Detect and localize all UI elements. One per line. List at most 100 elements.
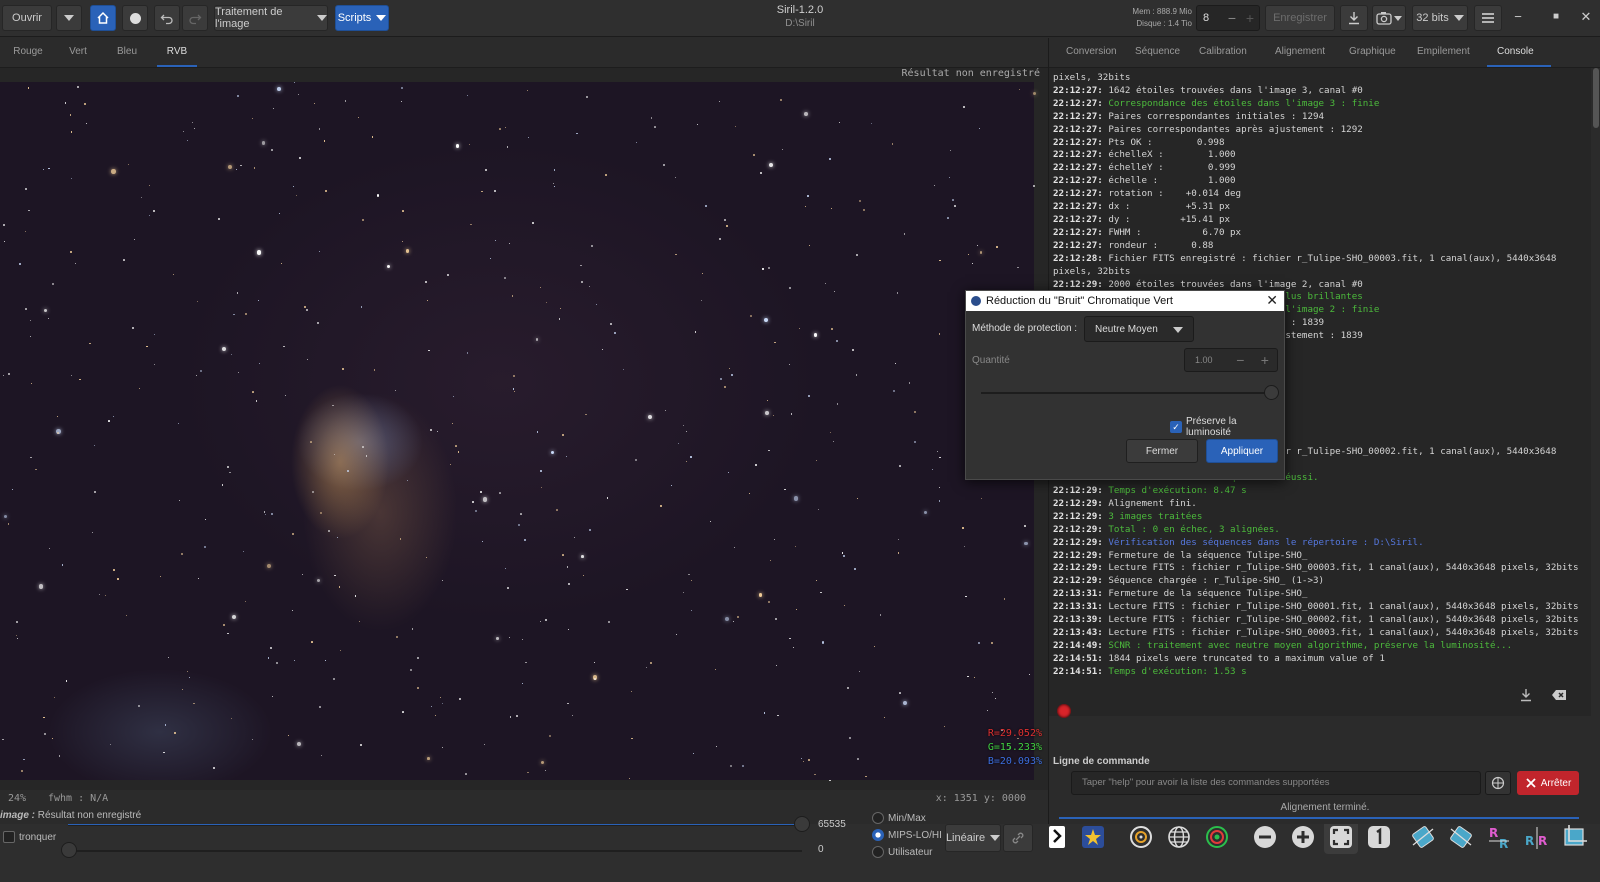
home-button[interactable] [90,5,116,31]
mirror-y-button[interactable] [1444,820,1478,854]
tab-console[interactable]: Console [1497,46,1534,57]
mirror-x-button[interactable] [1406,820,1440,854]
zoom-100-button[interactable] [1362,820,1396,854]
open-button[interactable]: Ouvrir [2,5,52,31]
star [894,362,896,364]
redo-button[interactable] [182,5,208,31]
bit-depth-menu[interactable]: 32 bits [1412,5,1468,31]
decrement-button[interactable]: − [1228,352,1252,368]
star [973,676,975,679]
crop-button[interactable] [1558,820,1592,854]
increment-button[interactable]: + [1241,10,1259,26]
link-button[interactable] [1003,824,1033,852]
star [987,709,989,711]
star [441,746,444,749]
save-log-button[interactable] [1519,688,1533,705]
false-color-button[interactable] [1076,820,1110,854]
tab-green[interactable]: Vert [62,46,94,57]
main-menu-button[interactable] [1474,5,1502,31]
undo-button[interactable] [154,5,180,31]
rotate-90-button[interactable]: RR [1520,820,1554,854]
threads-spinner[interactable]: 8 − + [1196,5,1260,31]
command-help-button[interactable] [1485,771,1511,795]
zoom-fit-button[interactable] [1324,820,1358,854]
clear-log-button[interactable] [1551,689,1567,704]
save-button[interactable]: Enregistrer [1265,5,1335,31]
photometry-button[interactable] [1200,820,1234,854]
log-timestamp: 22:12:27: [1053,188,1103,200]
tab-conversion[interactable]: Conversion [1066,46,1117,57]
header-bar: Ouvrir Traitement de l'image Scripts Sir… [0,0,1600,37]
record-button[interactable] [122,5,148,31]
dialog-close-btn[interactable]: Fermer [1126,439,1198,463]
star [775,618,778,621]
tab-plot[interactable]: Graphique [1349,46,1396,57]
radio-mips[interactable]: MIPS-LO/HI [872,829,942,841]
tab-stacking[interactable]: Empilement [1417,46,1470,57]
amount-slider-knob[interactable] [1264,385,1279,400]
star [48,167,50,170]
tab-red[interactable]: Rouge [10,46,46,57]
astrometry-button[interactable] [1162,820,1196,854]
star [245,313,247,316]
amount-spinner[interactable]: 1.00 − + [1184,348,1278,372]
star [8,373,11,376]
high-slider[interactable] [68,824,802,826]
stop-button[interactable]: Arrêter [1517,771,1579,795]
minimize-button[interactable]: − [1508,9,1528,24]
progress-bar [1059,817,1579,819]
chevron-down-icon [1394,15,1402,21]
apply-button[interactable]: Appliquer [1206,439,1278,463]
star [833,290,836,293]
scripts-label: Scripts [337,12,372,24]
truncate-checkbox[interactable]: tronquer [3,831,56,843]
increment-button[interactable]: + [1253,352,1277,368]
console-scrollbar[interactable] [1591,68,1600,716]
tab-sequence[interactable]: Séquence [1135,46,1180,57]
maximize-button[interactable]: ■ [1546,11,1566,22]
rotate-button[interactable]: RR [1482,820,1516,854]
close-window-button[interactable]: ✕ [1576,9,1596,25]
star [513,374,516,377]
star [608,620,611,623]
star [558,318,561,320]
protection-method-select[interactable]: Neutre Moyen [1084,316,1194,342]
log-timestamp: 22:12:29: [1053,549,1103,561]
star [57,432,60,434]
annotate-button[interactable] [1124,820,1158,854]
negative-view-button[interactable] [1040,820,1074,854]
star [585,96,588,99]
save-as-button[interactable] [1340,5,1368,31]
image-processing-menu[interactable]: Traitement de l'image [214,5,328,31]
low-slider-knob[interactable] [61,842,77,858]
scrollbar-thumb[interactable] [1593,68,1599,128]
high-slider-knob[interactable] [794,816,810,832]
tab-rgb[interactable]: RVB [158,46,196,57]
log-message: Fermeture de la séquence Tulipe-SHO_ [1102,588,1308,600]
radio-user[interactable]: Utilisateur [872,846,932,858]
scripts-menu[interactable]: Scripts [335,5,389,31]
star [428,349,430,352]
scale-menu[interactable]: Linéaire [945,824,1001,852]
tab-blue[interactable]: Bleu [110,46,144,57]
star [833,441,835,442]
decrement-button[interactable]: − [1223,10,1241,26]
tab-calibration[interactable]: Calibration [1199,46,1247,57]
download-icon [1349,12,1359,25]
low-slider[interactable] [68,850,802,852]
zoom-out-button[interactable] [1248,820,1282,854]
star [86,123,88,125]
dialog-close-button[interactable]: ✕ [1266,292,1278,309]
recent-files-button[interactable] [56,5,82,31]
zoom-in-button[interactable] [1286,820,1320,854]
tab-registration[interactable]: Alignement [1275,46,1325,57]
radio-minmax[interactable]: Min/Max [872,812,926,824]
preserve-luminosity-checkbox[interactable]: ✓ Préserve la luminosité [1170,416,1284,438]
image-viewer[interactable]: Résultat non enregistré R=29.052% G=15.2… [0,68,1048,790]
snapshot-button[interactable] [1372,5,1406,31]
star [402,711,404,713]
log-record-icon[interactable] [1057,704,1071,718]
amount-slider[interactable] [981,392,1271,394]
star [939,259,941,261]
command-input[interactable]: Taper "help" pour avoir la liste des com… [1071,771,1481,795]
